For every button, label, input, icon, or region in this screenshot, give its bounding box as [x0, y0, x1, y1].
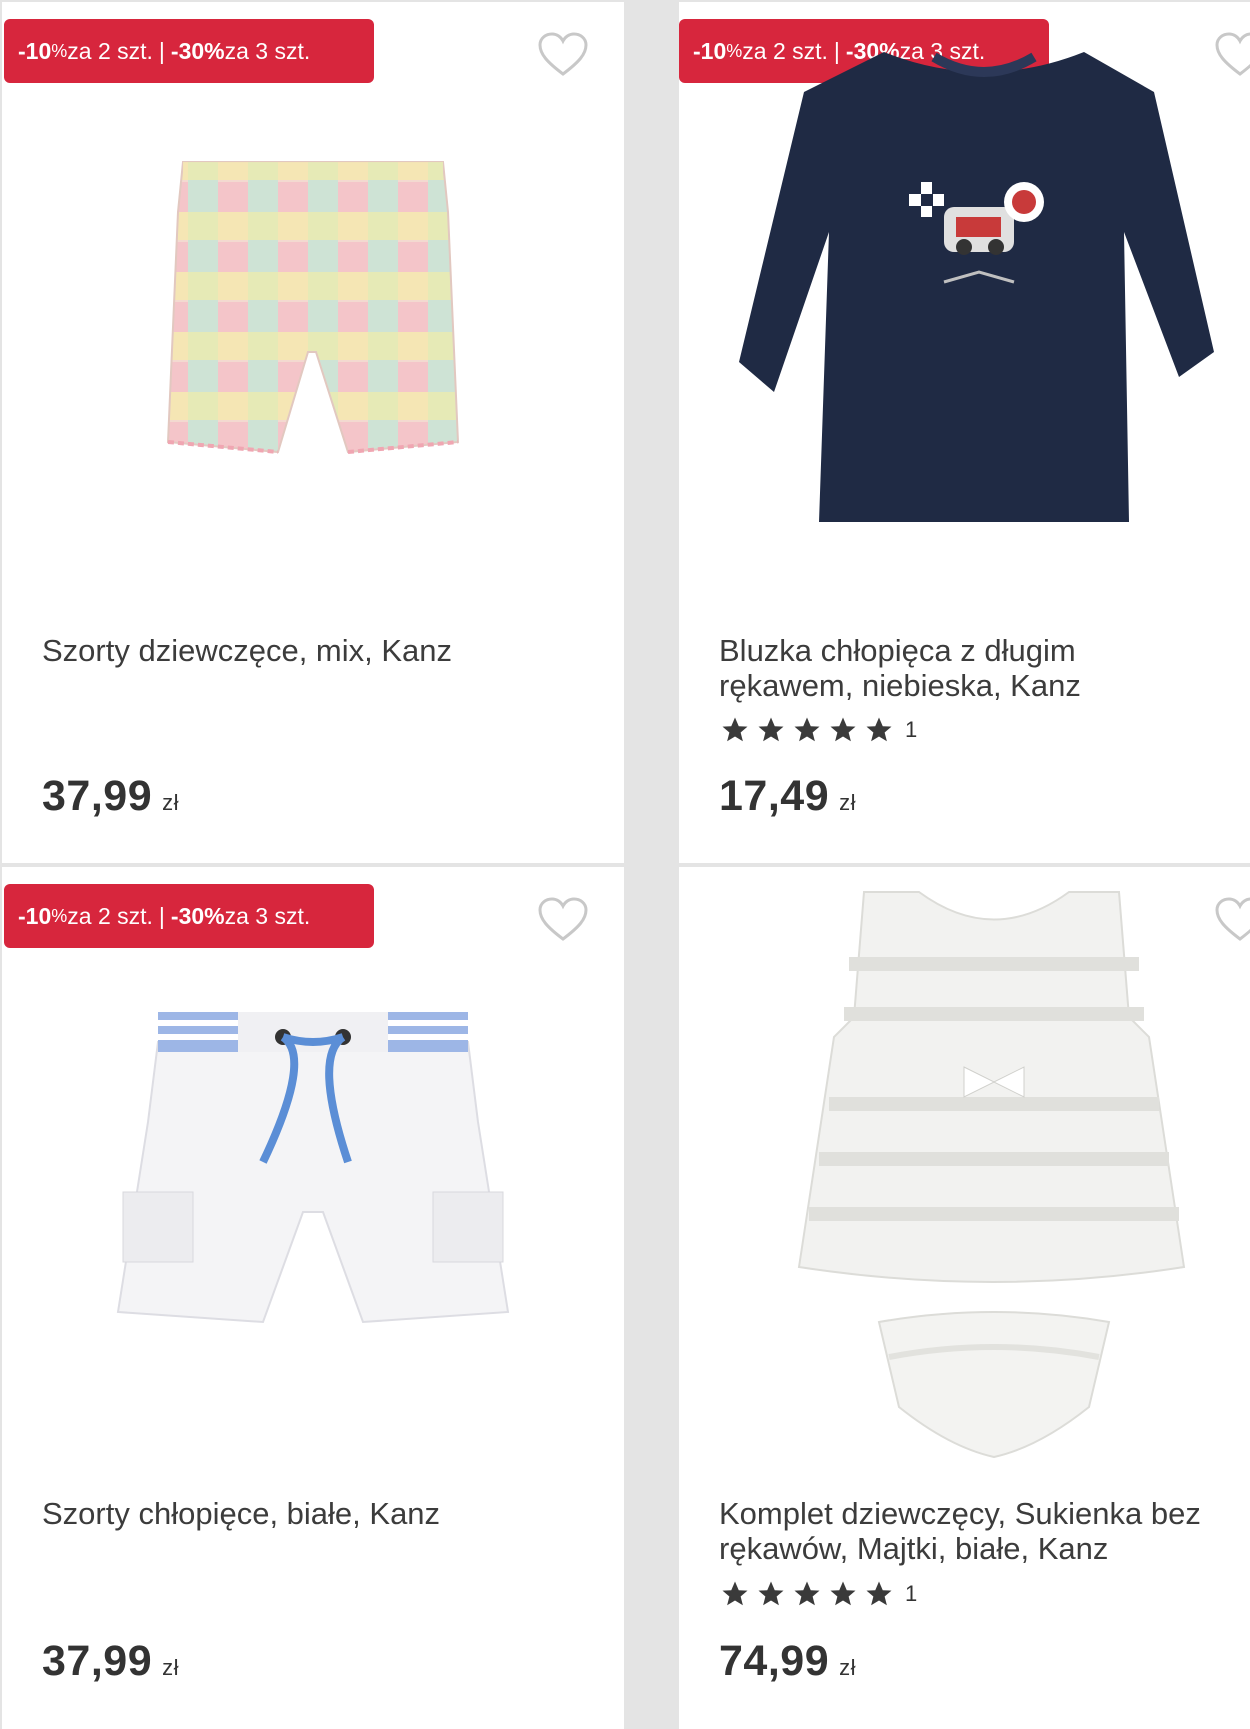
promo-unit: %: [51, 40, 68, 61]
promo-pct1: -10: [18, 37, 52, 64]
star-icon: [866, 717, 892, 742]
price-value: 17,49: [719, 772, 830, 820]
star-icon: [758, 717, 784, 742]
star-icon: [830, 717, 856, 742]
promo-pct1: -10: [18, 902, 52, 929]
heart-outline-icon[interactable]: [537, 897, 589, 943]
product-title-line1: Komplet dziewczęcy, Sukienka bez: [719, 1496, 1201, 1531]
star-icon: [866, 1581, 892, 1606]
product-image[interactable]: [2, 1002, 624, 1362]
promo-unit: %: [51, 905, 68, 926]
white-dress-set-image: [797, 891, 1186, 1459]
price-currency: zł: [162, 790, 179, 815]
product-title-line1: Szorty chłopięce, białe, Kanz: [42, 1496, 441, 1531]
star-icon: [794, 717, 820, 742]
product-card[interactable]: -10% za 2 szt. | -30% za 3 szt.: [679, 2, 1250, 863]
promo-badge: -10% za 2 szt. | -30% za 3 szt.: [4, 19, 374, 83]
product-image[interactable]: [789, 887, 1250, 1467]
star-icon: [758, 1581, 784, 1606]
promo-text2: za 3 szt.: [224, 902, 311, 929]
rating-count: 1: [905, 717, 918, 742]
white-shorts-image: [116, 1012, 510, 1324]
promo-text1: za 2 szt.: [67, 37, 153, 64]
rating-stars: 1: [719, 715, 917, 745]
product-title[interactable]: Komplet dziewczęcy, Sukienka bez rękawów…: [719, 1496, 1240, 1566]
product-title[interactable]: Bluzka chłopięca z długim rękawem, niebi…: [719, 633, 1240, 703]
plaid-shorts-image: [166, 161, 460, 454]
star-icon: [722, 717, 748, 742]
heart-outline-icon[interactable]: [537, 32, 589, 78]
product-card[interactable]: -10% za 2 szt. | -30% za 3 szt.: [2, 2, 624, 863]
product-price: 37,99 zł: [42, 1637, 179, 1686]
product-card[interactable]: Komplet dziewczęcy, Sukienka bez rękawów…: [679, 867, 1250, 1729]
rating-count: 1: [905, 1581, 918, 1606]
product-card[interactable]: -10% za 2 szt. | -30% za 3 szt. Szorty chł…: [2, 867, 624, 1729]
promo-sep: |: [158, 902, 165, 929]
price-value: 74,99: [719, 1637, 830, 1685]
product-price: 37,99 zł: [42, 772, 179, 821]
navy-sweatshirt-image: [739, 52, 1214, 522]
promo-text2: za 3 szt.: [224, 37, 311, 64]
product-title[interactable]: Szorty dziewczęce, mix, Kanz: [42, 633, 614, 668]
price-currency: zł: [162, 1655, 179, 1680]
promo-sep: |: [158, 37, 165, 64]
price-value: 37,99: [42, 1637, 153, 1685]
product-price: 17,49 zł: [719, 772, 856, 821]
product-title-line1: Bluzka chłopięca z długim: [719, 633, 1076, 668]
product-image[interactable]: [2, 152, 624, 482]
price-value: 37,99: [42, 772, 153, 820]
star-icon: [794, 1581, 820, 1606]
product-title-line2: rękawów, Majtki, białe, Kanz: [719, 1531, 1109, 1566]
product-image[interactable]: [734, 32, 1250, 532]
rating-stars: 1: [719, 1579, 917, 1609]
promo-badge: -10% za 2 szt. | -30% za 3 szt.: [4, 884, 374, 948]
promo-text1: za 2 szt.: [67, 902, 153, 929]
promo-pct2: -30%: [170, 37, 225, 64]
product-grid: -10% za 2 szt. | -30% za 3 szt. Szorty d…: [0, 0, 1250, 1729]
product-title[interactable]: Szorty chłopięce, białe, Kanz: [42, 1496, 614, 1531]
promo-pct1: -10: [693, 37, 727, 64]
star-icon: [722, 1581, 748, 1606]
product-title-line2: rękawem, niebieska, Kanz: [719, 668, 1081, 703]
promo-pct2: -30%: [170, 902, 225, 929]
price-currency: zł: [839, 790, 856, 815]
product-price: 74,99 zł: [719, 1637, 856, 1686]
price-currency: zł: [839, 1655, 856, 1680]
product-title-line1: Szorty dziewczęce, mix, Kanz: [42, 633, 453, 668]
star-icon: [830, 1581, 856, 1606]
